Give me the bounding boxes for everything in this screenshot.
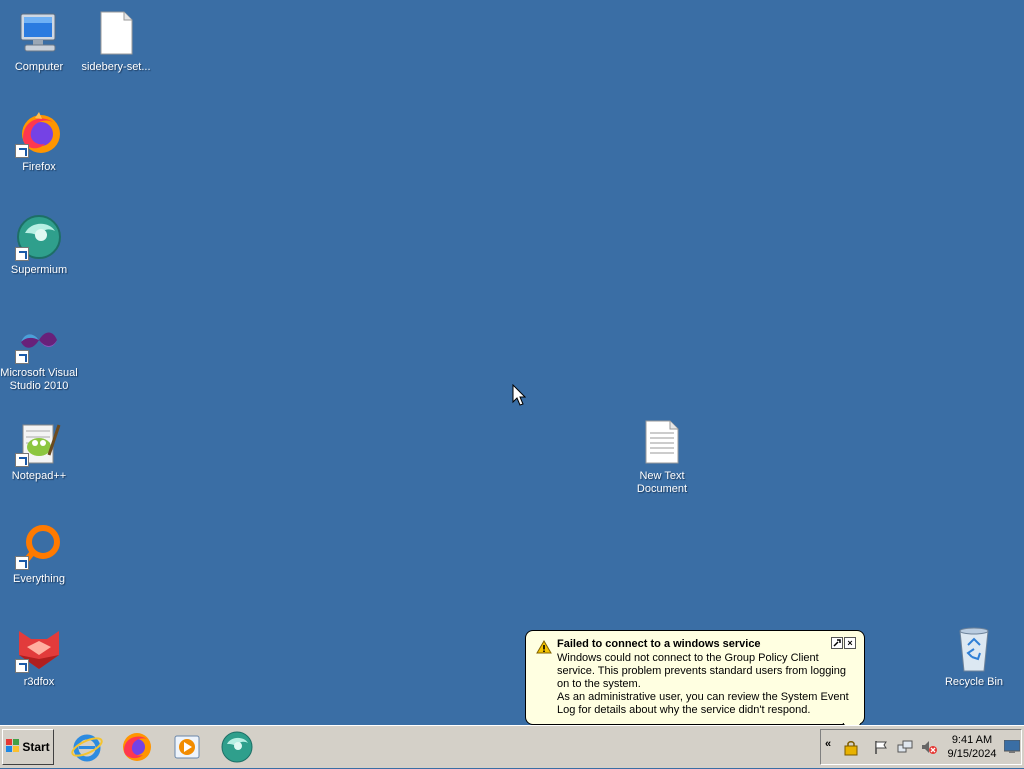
firefox-icon bbox=[120, 733, 154, 768]
system-tray: « 9:41 AM 9/15/2024 bbox=[820, 729, 1022, 765]
shortcut-arrow-icon bbox=[15, 453, 29, 467]
tray-expand-button[interactable]: « bbox=[825, 738, 831, 750]
notification-balloon[interactable]: Failed to connect to a windows service ×… bbox=[525, 630, 865, 737]
desktop-icon-firefox[interactable]: Firefox bbox=[0, 110, 78, 174]
desktop-icon-notepadplusplus[interactable]: Notepad++ bbox=[0, 419, 78, 483]
clock-time: 9:41 AM bbox=[951, 734, 993, 746]
wrench-icon bbox=[832, 639, 842, 650]
balloon-buttons: × bbox=[831, 637, 856, 649]
quicklaunch-media-player[interactable] bbox=[170, 730, 204, 764]
r3dfox-icon bbox=[15, 625, 63, 673]
computer-icon bbox=[15, 10, 63, 58]
desktop-icon-sidebery-file[interactable]: sidebery-set... bbox=[77, 10, 155, 74]
shortcut-arrow-icon bbox=[15, 247, 29, 261]
balloon-options-button[interactable] bbox=[831, 637, 843, 649]
balloon-title: Failed to connect to a windows service bbox=[557, 638, 761, 650]
desktop-icon-new-text-document[interactable]: New Text Document bbox=[623, 419, 701, 496]
shortcut-arrow-icon bbox=[15, 350, 29, 364]
quicklaunch-internet-explorer[interactable] bbox=[70, 730, 104, 764]
action-center-flag-icon[interactable] bbox=[873, 739, 889, 760]
tray-clock[interactable]: 9:41 AM 9/15/2024 bbox=[942, 733, 1002, 761]
recycle-bin-icon bbox=[950, 625, 998, 673]
quicklaunch-supermium[interactable] bbox=[220, 730, 254, 764]
desktop-icon-label: Recycle Bin bbox=[944, 676, 1004, 688]
desktop-icon-label: Computer bbox=[14, 61, 64, 73]
start-button[interactable]: Start bbox=[2, 729, 54, 765]
desktop-icon-supermium[interactable]: Supermium bbox=[0, 213, 78, 277]
balloon-message: Windows could not connect to the Group P… bbox=[557, 652, 849, 716]
blank-file-icon bbox=[92, 10, 140, 58]
desktop-icon-label: r3dfox bbox=[23, 676, 55, 688]
network-icon[interactable] bbox=[897, 739, 913, 760]
supermium-icon bbox=[220, 731, 254, 768]
desktop-icon-computer[interactable]: Computer bbox=[0, 10, 78, 74]
desktop-icon-label: Microsoft Visual Studio 2010 bbox=[0, 367, 78, 392]
desktop-icon-label: Firefox bbox=[22, 161, 56, 173]
close-icon: × bbox=[847, 638, 853, 648]
start-label: Start bbox=[22, 740, 50, 754]
show-desktop-button[interactable] bbox=[1003, 739, 1021, 759]
media-player-icon bbox=[170, 735, 204, 768]
shield-lock-icon[interactable] bbox=[843, 740, 859, 761]
everything-search-icon bbox=[15, 522, 63, 570]
desktop-icon-recycle-bin[interactable]: Recycle Bin bbox=[935, 625, 1013, 689]
notepadplusplus-icon bbox=[15, 419, 63, 467]
desktop-icon-r3dfox[interactable]: r3dfox bbox=[0, 625, 78, 689]
desktop-icon-visual-studio[interactable]: Microsoft Visual Studio 2010 bbox=[0, 316, 78, 393]
balloon-close-button[interactable]: × bbox=[844, 637, 856, 649]
quicklaunch-firefox[interactable] bbox=[120, 730, 154, 764]
shortcut-arrow-icon bbox=[15, 659, 29, 673]
visual-studio-icon bbox=[15, 316, 63, 364]
desktop-icon-everything[interactable]: Everything bbox=[0, 522, 78, 586]
clock-date: 9/15/2024 bbox=[947, 748, 997, 760]
mouse-cursor-icon bbox=[512, 383, 527, 411]
shortcut-arrow-icon bbox=[15, 144, 29, 158]
firefox-icon bbox=[15, 110, 63, 158]
volume-muted-icon[interactable] bbox=[921, 739, 937, 760]
internet-explorer-icon bbox=[70, 734, 104, 768]
desktop-icon-label: sidebery-set... bbox=[81, 61, 151, 73]
shortcut-arrow-icon bbox=[15, 556, 29, 570]
warning-icon bbox=[536, 640, 552, 657]
desktop: Computer sidebery-set... Firefox Supermi… bbox=[0, 0, 1024, 737]
desktop-icon-label: Supermium bbox=[10, 264, 68, 276]
desktop-icon-label: Notepad++ bbox=[11, 470, 67, 482]
desktop-icon-label: Everything bbox=[13, 573, 65, 585]
taskbar: Start « 9:41 AM 9/15/2024 bbox=[0, 725, 1024, 768]
supermium-icon bbox=[15, 213, 63, 261]
text-file-icon bbox=[638, 419, 686, 467]
windows-logo-icon bbox=[6, 738, 20, 756]
desktop-icon-label: New Text Document bbox=[636, 470, 688, 495]
